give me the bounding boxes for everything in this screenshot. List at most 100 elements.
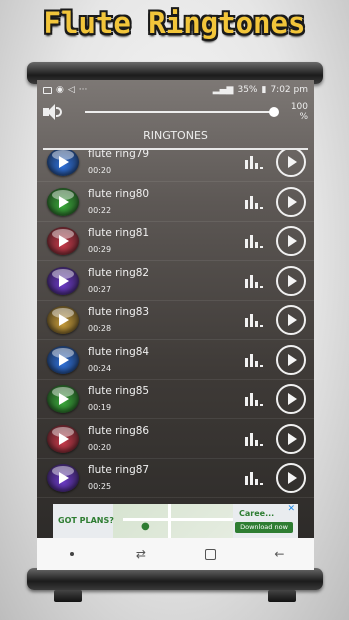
- ringtone-duration: 00:28: [88, 324, 112, 333]
- ringtone-orb-icon: [47, 306, 79, 334]
- ringtone-duration: 00:27: [88, 284, 112, 294]
- ringtone-name: flute ring84: [88, 345, 150, 358]
- whatsapp-icon: ◉: [56, 85, 64, 95]
- play-icon: [288, 156, 297, 168]
- ringtone-name: flute ring81: [88, 227, 150, 239]
- ringtone-orb-icon: [47, 385, 79, 413]
- home-button[interactable]: [195, 544, 225, 564]
- recents-icon: ⇄: [135, 547, 146, 561]
- ad-download-button[interactable]: Download now: [235, 522, 293, 533]
- ringtone-row[interactable]: flute ring87 00:25: [37, 458, 314, 498]
- volume-icon[interactable]: [43, 104, 63, 120]
- equalizer-icon: [245, 195, 263, 209]
- home-icon: [204, 548, 216, 560]
- ringtone-orb-icon: [47, 227, 79, 255]
- volume-slider[interactable]: [85, 107, 279, 117]
- ad-banner[interactable]: ● GOT PLANS? Caree... Download now ✕: [53, 504, 298, 538]
- ringtone-orb-icon: [47, 424, 79, 453]
- play-button[interactable]: [276, 226, 306, 256]
- play-button[interactable]: [276, 150, 306, 177]
- ringtones-header: RINGTONES: [43, 124, 308, 150]
- ringtone-name: flute ring82: [88, 266, 150, 279]
- back-button[interactable]: ←: [264, 544, 294, 564]
- ad-close-icon[interactable]: ✕: [287, 504, 295, 514]
- volume-control: 100 %: [37, 100, 314, 124]
- equalizer-icon: [245, 393, 263, 406]
- ringtone-name: flute ring83: [88, 306, 150, 318]
- ringtone-row[interactable]: flute ring84 00:24: [37, 340, 314, 380]
- ringtone-duration: 00:20: [88, 442, 112, 452]
- ringtone-row[interactable]: flute ring79 00:20: [37, 150, 314, 182]
- ringtone-duration: 00:24: [88, 363, 112, 373]
- ringtone-row[interactable]: flute ring81 00:29: [37, 221, 314, 261]
- scroll-foot-left: [54, 590, 82, 602]
- phone-screen: ◉ ◁ ··· ▂▄▆ 35% ▮ 7:02 pm 100 % RINGTONE…: [37, 80, 314, 570]
- play-button[interactable]: [276, 265, 306, 296]
- dot-icon: [69, 552, 74, 556]
- nav-bar: ⇄ ←: [37, 538, 314, 570]
- play-button[interactable]: [276, 384, 306, 414]
- promo-title: Flute Ringtones: [43, 6, 306, 40]
- play-icon: [288, 314, 297, 326]
- play-icon: [288, 472, 297, 484]
- play-icon: [288, 393, 297, 405]
- equalizer-icon: [245, 472, 263, 485]
- battery-level: 35%: [237, 85, 258, 95]
- recents-button[interactable]: ⇄: [126, 544, 156, 564]
- play-button[interactable]: [276, 305, 306, 335]
- ringtone-duration: 00:19: [88, 403, 112, 412]
- status-bar: ◉ ◁ ··· ▂▄▆ 35% ▮ 7:02 pm: [37, 80, 314, 100]
- back-icon: ←: [274, 547, 285, 561]
- play-button[interactable]: [276, 463, 306, 493]
- ringtone-row[interactable]: flute ring80 00:22: [37, 182, 314, 222]
- ringtone-duration: 00:20: [88, 166, 112, 175]
- equalizer-icon: [245, 156, 263, 169]
- ringtone-row[interactable]: flute ring83 00:28: [37, 300, 314, 340]
- ringtone-duration: 00:22: [88, 205, 112, 215]
- more-icon: ···: [78, 85, 88, 95]
- ringtone-row[interactable]: flute ring85 00:19: [37, 379, 314, 419]
- equalizer-icon: [245, 353, 263, 367]
- ringtone-name: flute ring86: [88, 424, 150, 437]
- play-button[interactable]: [276, 186, 306, 217]
- play-icon: [288, 274, 297, 287]
- play-icon: [288, 432, 297, 445]
- ad-map: ●: [113, 504, 233, 538]
- map-pin-icon: ●: [141, 521, 150, 532]
- volume-percent: 100 %: [290, 102, 308, 122]
- ad-brand: Caree...: [239, 509, 275, 518]
- ringtone-duration: 00:29: [88, 245, 112, 254]
- ad-text: GOT PLANS?: [58, 516, 114, 525]
- equalizer-icon: [245, 235, 263, 248]
- image-icon: [43, 86, 52, 94]
- play-icon: [288, 353, 297, 366]
- signal-icon: ▂▄▆: [212, 85, 234, 95]
- ringtone-orb-icon: [47, 150, 79, 176]
- scroll-foot-right: [268, 590, 296, 602]
- scroll-bar-bottom: [27, 568, 323, 590]
- ringtone-orb-icon: [47, 345, 79, 374]
- ringtone-name: flute ring87: [88, 464, 150, 476]
- play-button[interactable]: [276, 423, 306, 454]
- play-button[interactable]: [276, 344, 306, 375]
- ringtone-name: flute ring85: [88, 385, 150, 397]
- ringtone-list[interactable]: flute ring79 00:20 flute ring80 00:22 flute …: [37, 150, 314, 500]
- ringtone-orb-icon: [47, 187, 79, 216]
- ringtone-orb-icon: [47, 266, 79, 295]
- ringtone-name: flute ring80: [88, 187, 150, 200]
- ringtone-duration: 00:25: [88, 482, 112, 491]
- play-icon: [288, 195, 297, 208]
- share-icon: ◁: [67, 85, 75, 95]
- equalizer-icon: [245, 314, 263, 327]
- ringtone-row[interactable]: flute ring82 00:27: [37, 261, 314, 301]
- play-icon: [288, 235, 297, 247]
- ringtone-name: flute ring79: [88, 150, 150, 160]
- equalizer-icon: [245, 432, 263, 446]
- equalizer-icon: [245, 274, 263, 288]
- battery-icon: ▮: [261, 85, 267, 95]
- ringtone-orb-icon: [47, 464, 79, 492]
- nav-dot-button[interactable]: [57, 544, 87, 564]
- volume-slider-knob[interactable]: [269, 107, 279, 117]
- ringtone-row[interactable]: flute ring86 00:20: [37, 419, 314, 459]
- clock: 7:02 pm: [270, 85, 308, 95]
